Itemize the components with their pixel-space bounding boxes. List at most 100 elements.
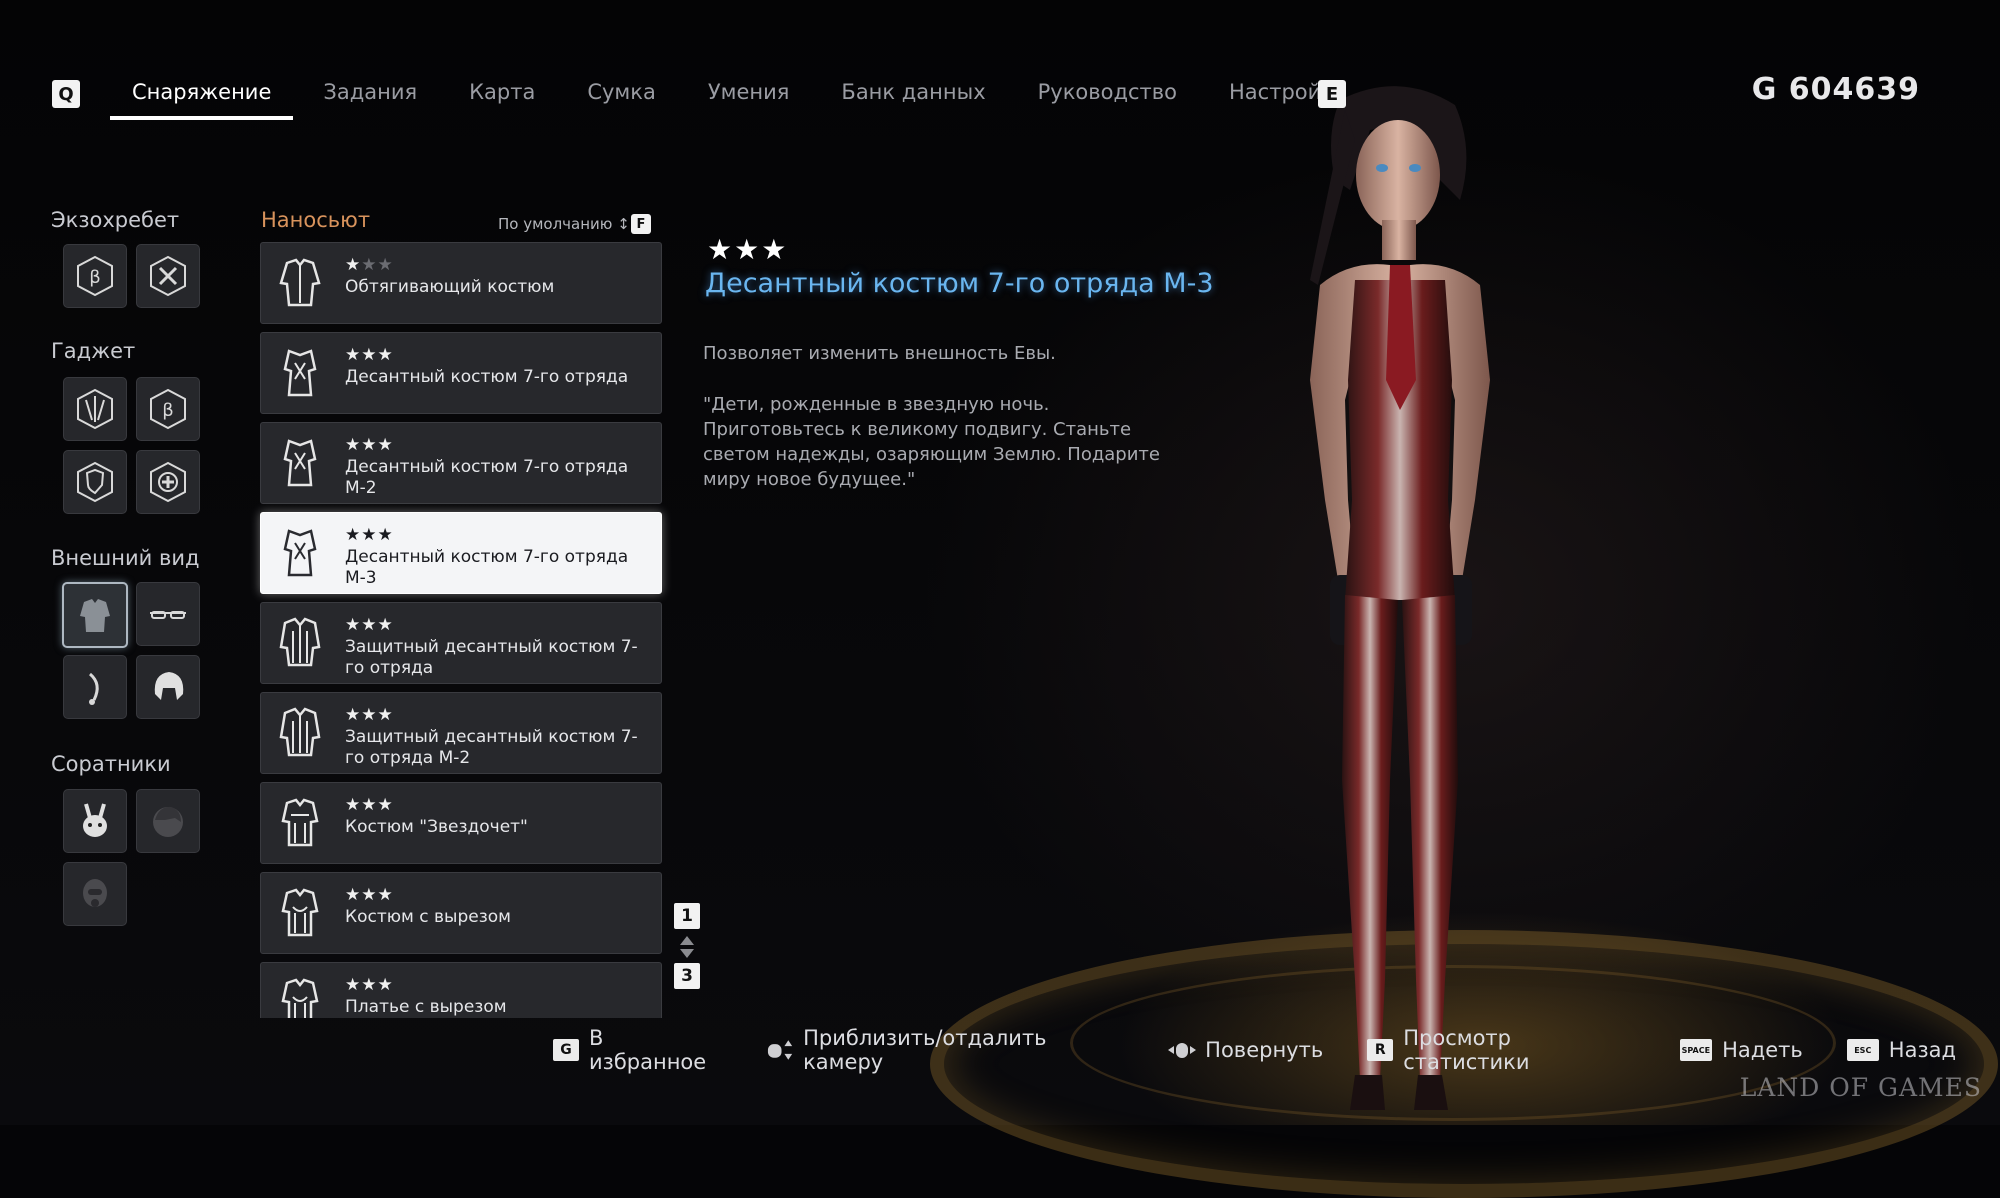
item-rarity: ★★★ <box>345 435 394 455</box>
detail-rarity: ★★★ <box>707 233 789 266</box>
item-rarity: ★★★ <box>345 885 394 905</box>
detail-title: Десантный костюм 7-го отряда М-3 <box>705 268 1214 299</box>
gas-mask-icon <box>83 879 107 907</box>
detail-flavor-text: "Дети, рожденные в звездную ночь. Пригот… <box>703 394 1160 490</box>
item-rarity: ★★★ <box>345 345 394 365</box>
tri-blade-icon <box>77 388 113 430</box>
exospine-slot-2[interactable] <box>136 244 200 308</box>
companion-slot-2[interactable] <box>136 789 200 853</box>
list-item[interactable]: ★★★ Костюм с вырезом <box>260 872 662 954</box>
companion-slot-1[interactable] <box>63 789 127 853</box>
detail-description: Позволяет изменить внешность Евы. <box>703 343 1056 364</box>
item-name: Десантный костюм 7-го отряда М-2 <box>345 457 629 498</box>
hair-icon <box>154 672 184 700</box>
watermark: LAND OF GAMES <box>1739 1073 1982 1102</box>
item-rarity: ★★★ <box>345 255 394 275</box>
tab-skills[interactable]: Умения <box>686 70 812 120</box>
list-category-title: Наносьют <box>261 208 371 232</box>
appearance-slot-earrings[interactable] <box>63 655 127 719</box>
sort-key-f[interactable]: F <box>631 214 651 234</box>
gadget-slot-3[interactable] <box>63 450 127 514</box>
hint-back-label: Назад <box>1888 1038 1956 1062</box>
gadget-slot-4[interactable] <box>136 450 200 514</box>
tab-quests[interactable]: Задания <box>301 70 439 120</box>
tab-bag[interactable]: Сумка <box>565 70 678 120</box>
item-name: Костюм "Звездочет" <box>345 817 528 837</box>
category-companions: Соратники <box>51 752 171 776</box>
hint-stats[interactable]: R Просмотр статистики <box>1367 1026 1635 1074</box>
dress-thumb-icon <box>281 978 319 1018</box>
hint-equip[interactable]: SPACE Надеть <box>1679 1038 1803 1062</box>
stats-key-r: R <box>1367 1039 1394 1061</box>
gadget-slot-2[interactable]: β <box>136 377 200 441</box>
mouse-drag-icon <box>1168 1043 1197 1058</box>
exospine-slot-1[interactable]: β <box>63 244 127 308</box>
hint-rotate-label: Повернуть <box>1205 1038 1324 1062</box>
item-name: Десантный костюм 7-го отряда М-3 <box>345 547 629 588</box>
glasses-icon <box>150 611 186 619</box>
beta-hexagon-icon: β <box>77 255 113 297</box>
item-name: Обтягивающий костюм <box>345 277 555 297</box>
page-arrows-icon[interactable] <box>677 935 697 959</box>
portrait-icon <box>153 806 183 837</box>
hint-equip-label: Надеть <box>1722 1038 1803 1062</box>
item-name: Платье с вырезом <box>345 997 507 1017</box>
back-key-esc: ESC <box>1846 1039 1879 1061</box>
tab-database[interactable]: Банк данных <box>819 70 1007 120</box>
svg-text:β: β <box>89 267 101 288</box>
page-total[interactable]: 3 <box>674 963 700 989</box>
sort-label: По умолчанию ↕ <box>498 215 630 233</box>
item-name: Защитный десантный костюм 7-го отряда <box>345 637 638 678</box>
beta-star-icon: β <box>150 388 186 430</box>
character-model[interactable] <box>1190 80 1610 1120</box>
category-exospine: Экзохребет <box>51 208 180 232</box>
list-item-selected[interactable]: ★★★ Десантный костюм 7-го отряда М-3 <box>260 512 662 594</box>
list-item[interactable]: ★★★ Защитный десантный костюм 7-го отряд… <box>260 602 662 684</box>
item-rarity: ★★★ <box>345 525 394 545</box>
category-appearance: Внешний вид <box>51 546 200 570</box>
tab-map[interactable]: Карта <box>447 70 557 120</box>
prev-tab-key-q[interactable]: Q <box>52 80 80 108</box>
item-rarity: ★★★ <box>345 705 394 725</box>
suit-thumb-icon <box>279 258 321 307</box>
sort-label-text: По умолчанию <box>498 215 613 233</box>
equip-key-space: SPACE <box>1679 1039 1713 1061</box>
companion-slot-3[interactable] <box>63 862 127 926</box>
tab-equipment[interactable]: Снаряжение <box>110 70 294 120</box>
tab-guide[interactable]: Руководство <box>1016 70 1199 120</box>
item-rarity: ★★★ <box>345 615 394 635</box>
list-item[interactable]: ★★★ Платье с вырезом <box>260 962 662 1018</box>
appearance-slot-hair[interactable] <box>136 655 200 719</box>
svg-text:β: β <box>162 400 174 421</box>
appearance-slot-suit[interactable] <box>62 582 128 648</box>
list-item[interactable]: ★★★ Костюм "Звездочет" <box>260 782 662 864</box>
next-tab-key-e[interactable]: E <box>1318 80 1346 108</box>
gadget-slot-1[interactable] <box>63 377 127 441</box>
hint-favorite[interactable]: G В избранное <box>553 1026 722 1074</box>
hint-zoom-label: Приблизить/отдалить камеру <box>803 1026 1047 1074</box>
suit-icon <box>80 599 110 632</box>
suit-thumb-icon <box>283 439 317 487</box>
rabbit-mask-icon <box>83 803 107 837</box>
hint-rotate[interactable]: Повернуть <box>1167 1038 1323 1062</box>
hint-back[interactable]: ESC Назад <box>1846 1038 1956 1062</box>
hint-favorite-label: В избранное <box>589 1026 707 1074</box>
appearance-slot-glasses[interactable] <box>136 582 200 646</box>
item-rarity: ★★★ <box>345 795 394 815</box>
shield-icon <box>77 461 113 503</box>
list-item[interactable]: ★★★ Защитный десантный костюм 7-го отряд… <box>260 692 662 774</box>
list-item[interactable]: ★★★ Десантный костюм 7-го отряда <box>260 332 662 414</box>
list-item[interactable]: ★★★ Десантный костюм 7-го отряда М-2 <box>260 422 662 504</box>
nanosuit-list[interactable]: ★★★ Обтягивающий костюм ★★★ Десантный ко… <box>250 238 680 1018</box>
page-current[interactable]: 1 <box>674 903 700 929</box>
item-name: Костюм с вырезом <box>345 907 511 927</box>
currency-counter: G 604639 <box>1751 72 1920 107</box>
favorite-key-g: G <box>553 1039 579 1061</box>
item-name: Защитный десантный костюм 7-го отряда М-… <box>345 727 638 768</box>
mouse-wheel-icon <box>767 1040 793 1060</box>
hint-zoom[interactable]: Приблизить/отдалить камеру <box>766 1026 1123 1074</box>
item-name: Десантный костюм 7-го отряда <box>345 367 629 387</box>
list-item[interactable]: ★★★ Обтягивающий костюм <box>260 242 662 324</box>
suit-thumb-icon <box>283 529 317 577</box>
suit-thumb-icon <box>279 617 321 667</box>
